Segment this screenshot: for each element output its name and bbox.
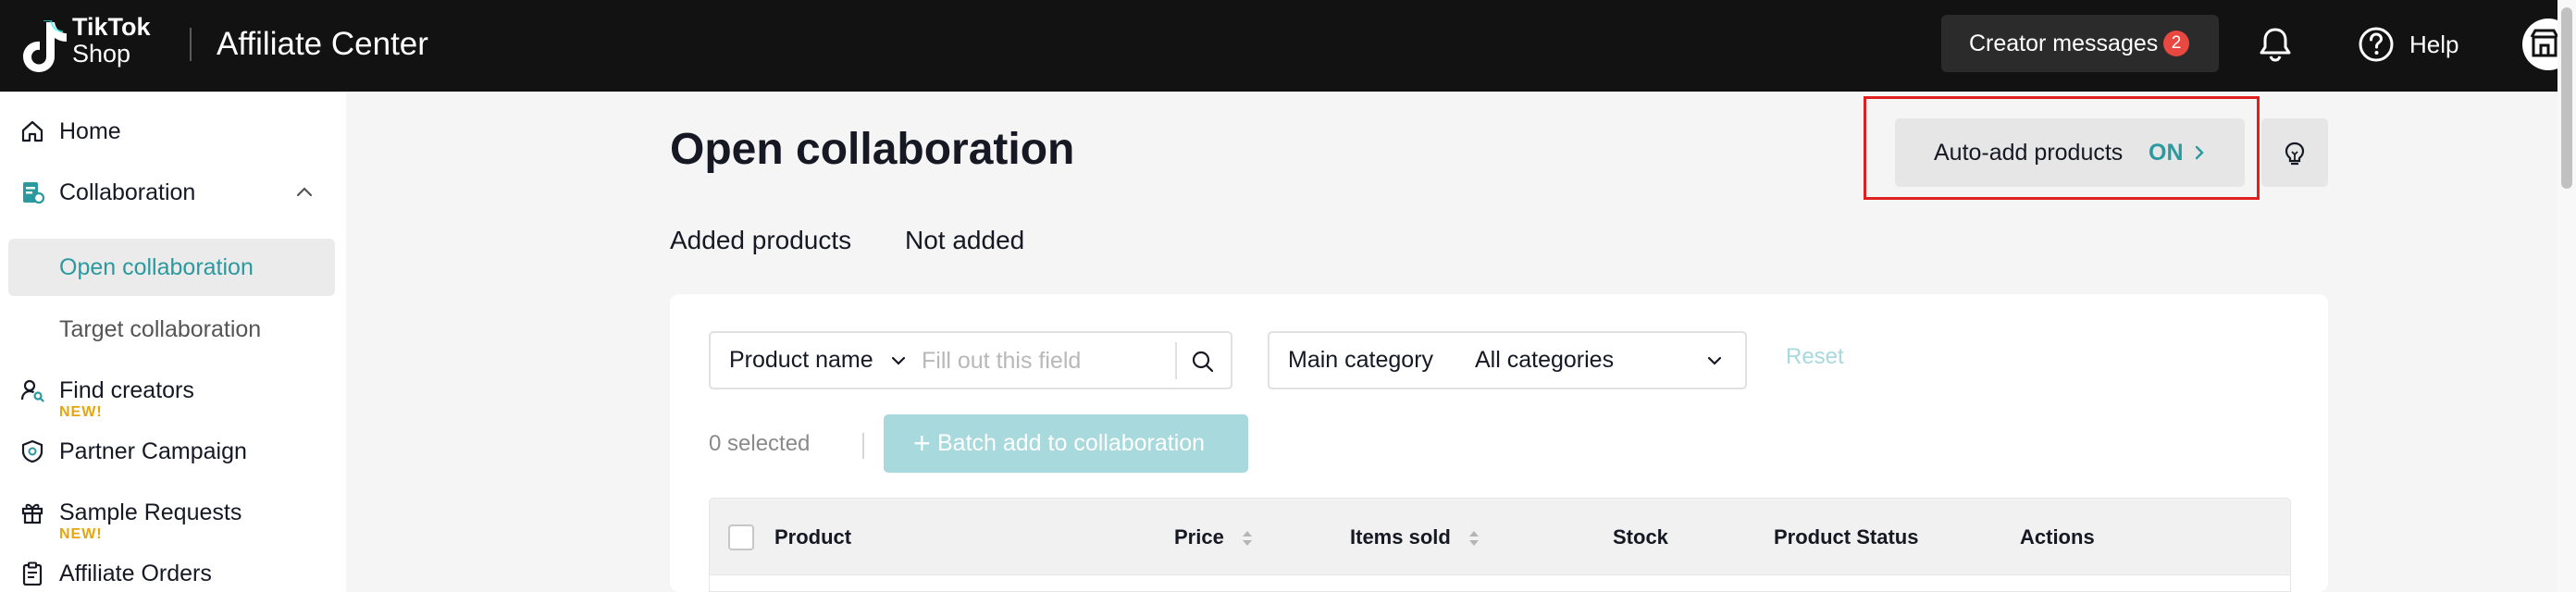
sidebar: Home Collaboration Open collaboration Ta…: [0, 92, 346, 592]
sidebar-item-collaboration[interactable]: Collaboration: [0, 166, 346, 217]
auto-add-state: ON: [2149, 140, 2184, 166]
column-label: Product Status: [1774, 525, 1919, 549]
home-icon: [21, 120, 43, 142]
column-price[interactable]: Price: [1174, 499, 1254, 576]
select-all-checkbox[interactable]: [728, 524, 754, 550]
sidebar-item-sample-requests[interactable]: Sample Requests NEW!: [0, 486, 346, 542]
selected-count: 0 selected: [709, 431, 811, 456]
column-label: Price: [1174, 525, 1224, 549]
main-category-select[interactable]: Main category All categories: [1268, 331, 1747, 389]
column-label: Items sold: [1350, 525, 1451, 549]
creator-messages-label: Creator messages: [1969, 31, 2159, 56]
sort-icon[interactable]: [1468, 527, 1480, 549]
batch-add-button[interactable]: + Batch add to collaboration: [884, 414, 1248, 473]
collaboration-icon: [23, 182, 44, 204]
sidebar-item-partner-campaign[interactable]: Partner Campaign: [0, 425, 346, 476]
sidebar-item-label: Partner Campaign: [59, 438, 247, 464]
creator-messages-badge: 2: [2163, 31, 2189, 56]
creator-messages-button[interactable]: Creator messages 2: [1941, 15, 2219, 72]
product-search: Product name: [709, 331, 1232, 389]
chevron-down-icon: [1707, 356, 1722, 365]
tiktok-note-icon: [23, 20, 67, 72]
clipboard-icon: [22, 561, 43, 586]
chevron-right-icon: [2195, 145, 2204, 160]
bell-icon[interactable]: [2256, 25, 2295, 64]
category-label: Main category: [1288, 347, 1434, 373]
search-input[interactable]: [922, 342, 1177, 379]
column-label: Stock: [1613, 525, 1668, 549]
column-product: Product: [774, 499, 851, 576]
sidebar-item-label: Open collaboration: [59, 254, 254, 280]
sidebar-item-label: Home: [59, 118, 121, 144]
column-items-sold[interactable]: Items sold: [1350, 499, 1480, 576]
column-product-status: Product Status: [1774, 499, 1918, 576]
divider: [862, 433, 864, 459]
topbar-divider: [190, 28, 192, 61]
help-label: Help: [2409, 31, 2459, 58]
products-card: Product name Main category All categorie…: [670, 294, 2328, 592]
auto-add-label: Auto-add products: [1934, 140, 2124, 166]
sidebar-item-find-creators[interactable]: Find creators NEW!: [0, 364, 346, 420]
column-label: Actions: [2020, 525, 2095, 549]
chevron-up-icon[interactable]: [294, 182, 315, 203]
gift-icon: [21, 503, 43, 524]
sidebar-item-label: Target collaboration: [59, 316, 262, 342]
batch-add-label: Batch add to collaboration: [937, 430, 1206, 456]
app-title: Affiliate Center: [217, 26, 428, 62]
search-icon[interactable]: [1190, 349, 1216, 375]
sidebar-item-open-collaboration[interactable]: Open collaboration: [8, 239, 335, 296]
tab-added-products[interactable]: Added products: [670, 224, 851, 257]
sidebar-item-label: Sample Requests: [59, 500, 242, 525]
auto-add-products-button[interactable]: Auto-add products ON: [1895, 118, 2245, 187]
tab-not-added[interactable]: Not added: [905, 224, 1024, 257]
column-stock: Stock: [1613, 499, 1668, 576]
tips-button[interactable]: [2261, 118, 2328, 187]
search-field-select[interactable]: Product name: [729, 333, 873, 388]
logo-wordmark: TikTok Shop: [72, 15, 151, 67]
new-tag: NEW!: [59, 404, 103, 420]
sidebar-item-label: Collaboration: [59, 179, 196, 205]
lightbulb-icon: [2285, 142, 2305, 166]
plus-icon: +: [913, 426, 931, 460]
table-header: Product Price Items sold Stock Product S…: [709, 498, 2291, 575]
sidebar-item-label: Affiliate Orders: [59, 561, 212, 586]
tiktok-shop-logo[interactable]: TikTok Shop: [19, 15, 151, 72]
sidebar-item-affiliate-orders[interactable]: Affiliate Orders: [0, 547, 346, 592]
sidebar-item-label: Find creators: [59, 377, 194, 403]
help-circle-icon: [2359, 27, 2394, 62]
chevron-down-icon[interactable]: [888, 351, 909, 371]
logo-line-1: TikTok: [72, 13, 151, 41]
reset-button[interactable]: Reset: [1786, 344, 1844, 370]
sort-icon[interactable]: [1241, 527, 1254, 549]
scrollbar-thumb[interactable]: [2561, 7, 2572, 189]
partner-campaign-icon: [21, 439, 43, 463]
logo-line-2: Shop: [72, 40, 131, 68]
category-value: All categories: [1475, 347, 1615, 373]
table-body: [709, 575, 2291, 592]
sidebar-item-home[interactable]: Home: [0, 105, 346, 156]
find-creators-icon: [20, 379, 44, 402]
new-tag: NEW!: [59, 526, 103, 542]
sidebar-item-target-collaboration[interactable]: Target collaboration: [0, 302, 346, 354]
page-title: Open collaboration: [670, 125, 1075, 174]
column-label: Product: [774, 525, 852, 549]
top-bar: TikTok Shop Affiliate Center Creator mes…: [0, 0, 2576, 92]
column-actions: Actions: [2020, 499, 2095, 576]
